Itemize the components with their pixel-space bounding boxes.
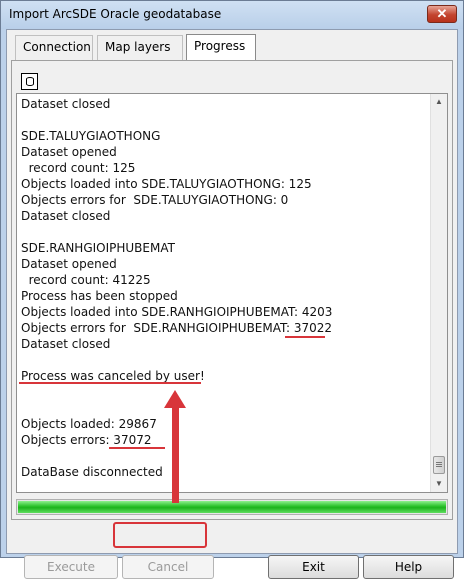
annotation-cancel-highlight xyxy=(113,522,207,548)
title-bar[interactable]: Import ArcSDE Oracle geodatabase ✕ xyxy=(1,1,463,29)
log-scrollbar[interactable]: ▲ ▼ xyxy=(430,94,447,492)
help-button[interactable]: Help xyxy=(363,555,454,579)
progress-bar xyxy=(16,499,448,515)
scroll-thumb[interactable] xyxy=(433,456,445,474)
log-line: record count: 41225 xyxy=(21,273,151,287)
window-title: Import ArcSDE Oracle geodatabase xyxy=(9,7,222,21)
annotation-underline-total-errors xyxy=(109,447,165,449)
scroll-up-arrow-icon[interactable]: ▲ xyxy=(431,94,447,110)
tab-map-layers[interactable]: Map layers xyxy=(97,35,183,60)
log-line: Dataset closed xyxy=(21,209,111,223)
annotation-arrow-shaft xyxy=(172,401,179,503)
log-line: Objects loaded: 29867 xyxy=(21,417,157,431)
log-output[interactable]: Dataset closed SDE.TALUYGIAOTHONG Dataset … xyxy=(16,93,448,493)
annotation-underline-error-count xyxy=(285,336,325,338)
tab-connection[interactable]: Connection xyxy=(15,35,93,60)
progress-fill xyxy=(18,501,446,513)
dialog-client: Connection Map layers Progress Dataset c… xyxy=(6,29,458,579)
log-line: SDE.RANHGIOIPHUBEMAT xyxy=(21,241,175,255)
log-line: Objects errors for SDE.RANHGIOIPHUBEMAT:… xyxy=(21,321,333,335)
execute-button[interactable]: Execute xyxy=(24,555,118,579)
progress-panel: Dataset closed SDE.TALUYGIAOTHONG Dataset … xyxy=(11,60,454,579)
database-icon[interactable] xyxy=(21,73,38,90)
scroll-down-arrow-icon[interactable]: ▼ xyxy=(431,476,447,492)
log-line: Process has been stopped xyxy=(21,289,178,303)
log-line: Dataset opened xyxy=(21,145,117,159)
cancel-button[interactable]: Cancel xyxy=(122,555,214,579)
log-line: DataBase disconnected xyxy=(21,465,163,479)
log-line: Objects errors: 37072 xyxy=(21,433,152,447)
log-text: Dataset closed SDE.TALUYGIAOTHONG Dataset … xyxy=(21,96,427,480)
close-button[interactable]: ✕ xyxy=(427,5,457,23)
log-line: Objects loaded into SDE.RANHGIOIPHUBEMAT… xyxy=(21,305,333,319)
log-line: Objects errors for SDE.TALUYGIAOTHONG: 0 xyxy=(21,193,289,207)
log-line: Objects loaded into SDE.TALUYGIAOTHONG: … xyxy=(21,177,312,191)
log-line: Dataset closed xyxy=(21,337,111,351)
import-dialog: Import ArcSDE Oracle geodatabase ✕ Conne… xyxy=(0,0,464,579)
annotation-underline-canceled-message xyxy=(19,382,201,384)
log-line: SDE.TALUYGIAOTHONG xyxy=(21,129,161,143)
exit-button[interactable]: Exit xyxy=(268,555,359,579)
log-line: Dataset opened xyxy=(21,257,117,271)
log-line: Dataset closed xyxy=(21,97,111,111)
log-line: record count: 125 xyxy=(21,161,136,175)
tab-progress[interactable]: Progress xyxy=(186,34,256,61)
